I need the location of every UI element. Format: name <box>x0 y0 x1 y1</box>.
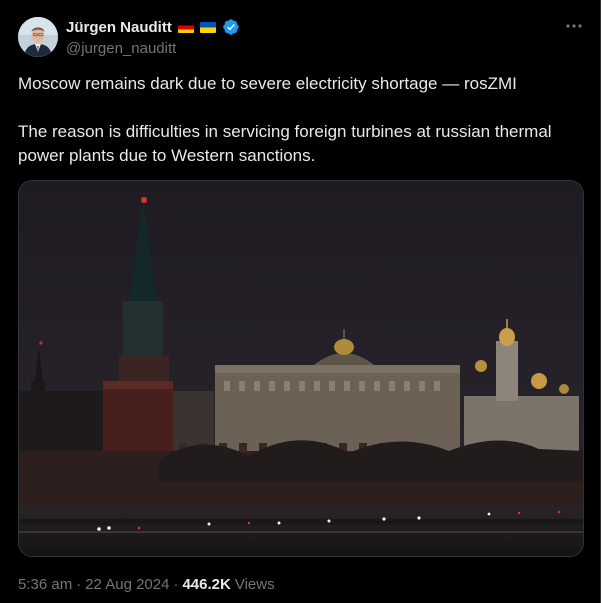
tweet[interactable]: Jürgen Nauditt @jurgen_nauditt Moscow re… <box>0 0 601 603</box>
tweet-time[interactable]: 5:36 am <box>18 576 72 593</box>
views-label: Views <box>234 576 275 593</box>
author-name-row[interactable]: Jürgen Nauditt <box>66 18 240 36</box>
tweet-text-line-1: Moscow remains dark due to severe electr… <box>18 74 517 93</box>
meta-separator: · <box>76 576 82 593</box>
tweet-photo[interactable] <box>18 180 584 557</box>
author-handle[interactable]: @jurgen_nauditt <box>66 40 176 57</box>
verified-badge-icon[interactable] <box>222 18 240 36</box>
germany-flag-icon <box>177 21 194 33</box>
tweet-meta: 5:36 am · 22 Aug 2024 · 446.2K Views <box>18 576 275 593</box>
ukraine-flag-icon <box>199 21 216 33</box>
tweet-date[interactable]: 22 Aug 2024 <box>85 576 169 593</box>
avatar[interactable] <box>18 17 58 57</box>
avatar-image <box>18 17 58 57</box>
more-options-icon[interactable] <box>565 20 583 32</box>
tweet-text-line-2: The reason is difficulties in servicing … <box>18 122 552 165</box>
views-count[interactable]: 446.2K <box>182 576 230 593</box>
kremlin-night-photo <box>19 181 583 556</box>
author-display-name[interactable]: Jürgen Nauditt <box>66 19 172 36</box>
meta-separator-2: · <box>173 576 179 593</box>
